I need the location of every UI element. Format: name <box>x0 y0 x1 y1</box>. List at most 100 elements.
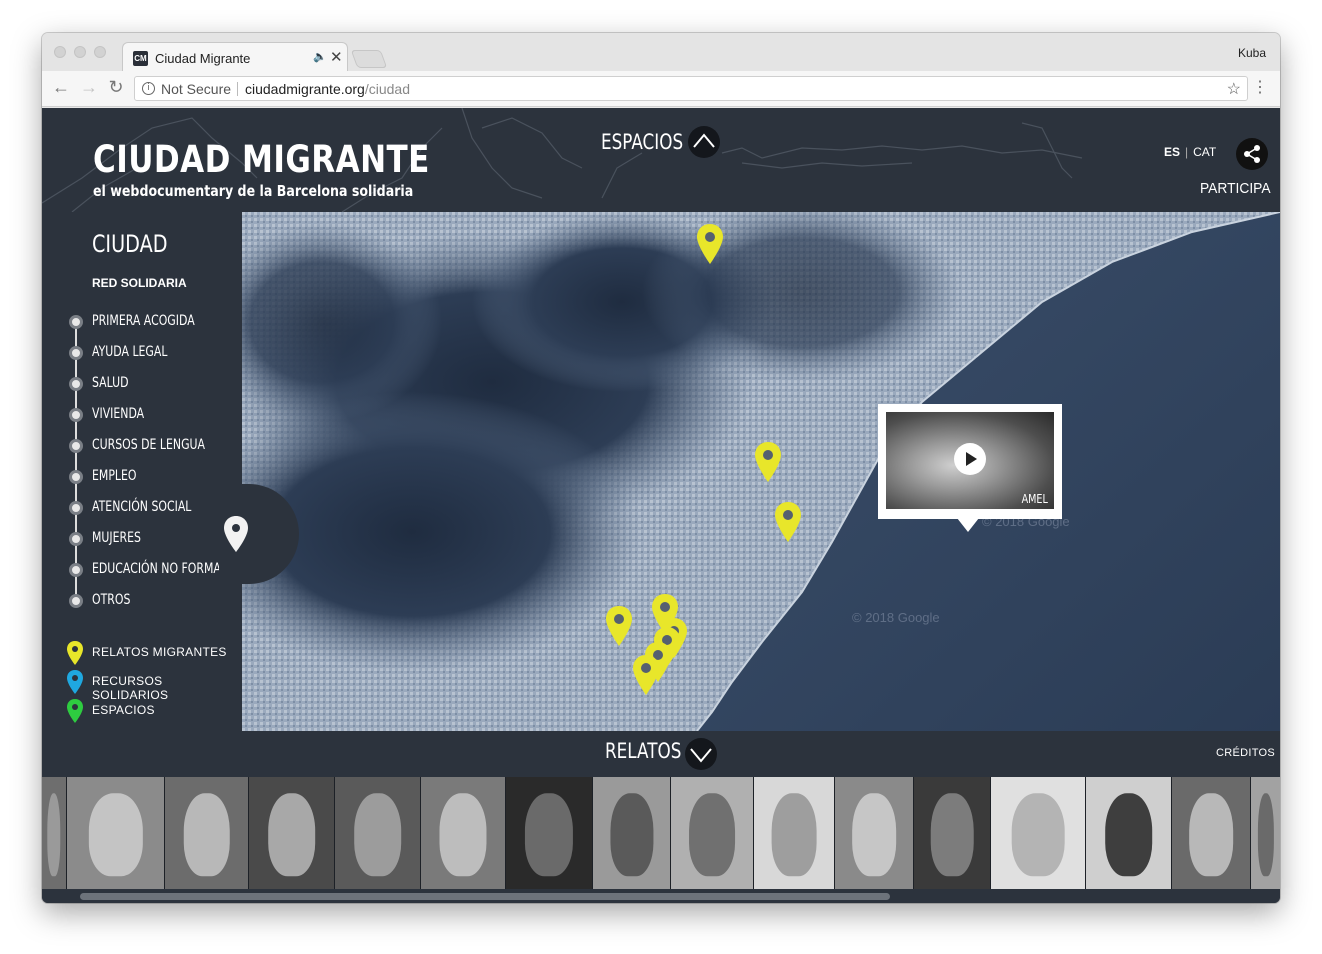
portrait[interactable] <box>593 777 670 889</box>
legend-label: RECURSOS SOLIDARIOS <box>92 674 169 702</box>
portrait[interactable] <box>1086 777 1171 889</box>
category-salud[interactable]: SALUD <box>42 374 242 394</box>
category-mujeres[interactable]: MUJERES <box>42 529 242 549</box>
language-switcher: ES | CAT <box>1164 145 1216 159</box>
participa-link[interactable]: PARTICIPA <box>1200 180 1271 197</box>
site-title[interactable]: CIUDAD MIGRANTE <box>93 138 430 181</box>
category-ayuda-legal[interactable]: AYUDA LEGAL <box>42 343 242 363</box>
maximize-window-button[interactable] <box>94 46 106 58</box>
portrait[interactable] <box>835 777 913 889</box>
category-label: EDUCACIÓN NO FORMAL <box>92 561 227 577</box>
portrait[interactable] <box>671 777 753 889</box>
category-dot <box>69 594 83 608</box>
browser-tab[interactable]: CM Ciudad Migrante 🔈 ✕ <box>122 42 348 72</box>
category-empleo[interactable]: EMPLEO <box>42 467 242 487</box>
sidebar-section-title: CIUDAD <box>92 230 168 258</box>
new-tab-button[interactable] <box>350 50 388 68</box>
portrait[interactable] <box>1251 777 1280 889</box>
legend-label: ESPACIOS <box>92 703 155 717</box>
url-text[interactable]: ciudadmigrante.org/ciudad <box>245 81 410 97</box>
espacios-toggle-button[interactable] <box>688 126 720 158</box>
share-icon <box>1244 145 1260 163</box>
portrait[interactable] <box>67 777 164 889</box>
satellite-map[interactable]: © 2018 Google © 2018 Google AMEL <box>242 212 1280 731</box>
category-dot <box>69 532 83 546</box>
audio-icon[interactable]: 🔈 <box>313 50 327 63</box>
category-educacion-no-formal[interactable]: EDUCACIÓN NO FORMAL <box>42 560 242 580</box>
tab-title: Ciudad Migrante <box>155 51 251 66</box>
category-cursos-de-lengua[interactable]: CURSOS DE LENGUA <box>42 436 242 456</box>
category-dot <box>69 315 83 329</box>
lang-cat[interactable]: CAT <box>1193 145 1216 159</box>
category-dot <box>69 439 83 453</box>
category-primera-acogida[interactable]: PRIMERA ACOGIDA <box>42 312 242 332</box>
reload-icon[interactable]: ↻ <box>105 77 127 98</box>
relatos-label[interactable]: RELATOS <box>605 739 681 763</box>
website: CIUDAD MIGRANTE el webdocumentary de la … <box>42 108 1280 903</box>
story-thumbnail[interactable]: AMEL <box>886 412 1054 509</box>
forward-icon[interactable]: → <box>78 77 100 98</box>
chevron-down-icon <box>690 748 712 763</box>
omnibox-divider <box>237 82 238 96</box>
tab-close-icon[interactable]: ✕ <box>330 48 343 66</box>
minimize-window-button[interactable] <box>74 46 86 58</box>
profile-name[interactable]: Kuba <box>1238 46 1266 60</box>
map-pin-icon[interactable] <box>633 655 659 695</box>
category-atencion-social[interactable]: ATENCIÓN SOCIAL <box>42 498 242 518</box>
lang-divider: | <box>1185 145 1189 159</box>
scrollbar-thumb[interactable] <box>80 893 890 900</box>
espacios-link[interactable]: ESPACIOS <box>601 130 683 154</box>
sidebar: CIUDAD RED SOLIDARIA PRIMERA ACOGIDA AYU… <box>42 212 242 731</box>
portrait[interactable] <box>991 777 1085 889</box>
portrait[interactable] <box>506 777 592 889</box>
site-subtitle: el webdocumentary de la Barcelona solida… <box>93 182 414 200</box>
back-icon[interactable]: ← <box>50 77 72 98</box>
portrait[interactable] <box>165 777 248 889</box>
category-vivienda[interactable]: VIVIENDA <box>42 405 242 425</box>
map-pin-icon[interactable] <box>755 442 781 482</box>
portrait[interactable] <box>421 777 505 889</box>
address-bar[interactable]: i Not Secure ciudadmigrante.org/ciudad ☆ <box>134 76 1248 101</box>
map-pin-icon[interactable] <box>606 606 632 646</box>
bookmark-star-icon[interactable]: ☆ <box>1227 79 1241 99</box>
legend-recursos-solidarios[interactable]: RECURSOS SOLIDARIOS <box>42 670 242 702</box>
category-dot <box>69 408 83 422</box>
lang-es[interactable]: ES <box>1164 145 1180 159</box>
browser-menu-icon[interactable]: ⋮ <box>1252 77 1268 97</box>
legend-espacios[interactable]: ESPACIOS <box>42 699 242 723</box>
url-path: /ciudad <box>364 81 411 97</box>
map-pin-icon <box>67 670 83 694</box>
map-pin-icon[interactable] <box>697 224 723 264</box>
site-header: CIUDAD MIGRANTE el webdocumentary de la … <box>42 108 1280 212</box>
chevron-up-icon <box>693 133 715 148</box>
close-window-button[interactable] <box>54 46 66 58</box>
portrait[interactable] <box>42 777 66 889</box>
portrait[interactable] <box>754 777 834 889</box>
portrait-strip[interactable] <box>42 777 1280 889</box>
share-button[interactable] <box>1236 138 1268 170</box>
portrait[interactable] <box>249 777 334 889</box>
legend-label: RELATOS MIGRANTES <box>92 645 227 659</box>
category-label: AYUDA LEGAL <box>92 344 168 360</box>
category-label: ATENCIÓN SOCIAL <box>92 499 192 515</box>
story-popup[interactable]: AMEL <box>878 404 1062 519</box>
category-label: MUJERES <box>92 530 141 546</box>
portrait-scrollbar[interactable] <box>42 889 1280 903</box>
creditos-link[interactable]: CRÉDITOS <box>1216 747 1275 759</box>
relatos-toggle-button[interactable] <box>685 738 717 770</box>
category-otros[interactable]: OTROS <box>42 591 242 611</box>
map-pins <box>606 224 801 695</box>
category-dot <box>69 377 83 391</box>
category-label: CURSOS DE LENGUA <box>92 437 206 453</box>
map-pin-icon[interactable] <box>775 502 801 542</box>
favicon-icon: CM <box>133 51 148 66</box>
portrait[interactable] <box>335 777 420 889</box>
sidebar-group-title[interactable]: RED SOLIDARIA <box>92 276 187 290</box>
play-icon[interactable] <box>954 443 986 475</box>
info-icon[interactable]: i <box>142 82 155 95</box>
security-label: Not Secure <box>161 81 232 97</box>
legend-relatos-migrantes[interactable]: RELATOS MIGRANTES <box>42 641 242 665</box>
portrait[interactable] <box>1172 777 1250 889</box>
category-label: SALUD <box>92 375 129 391</box>
portrait[interactable] <box>914 777 990 889</box>
